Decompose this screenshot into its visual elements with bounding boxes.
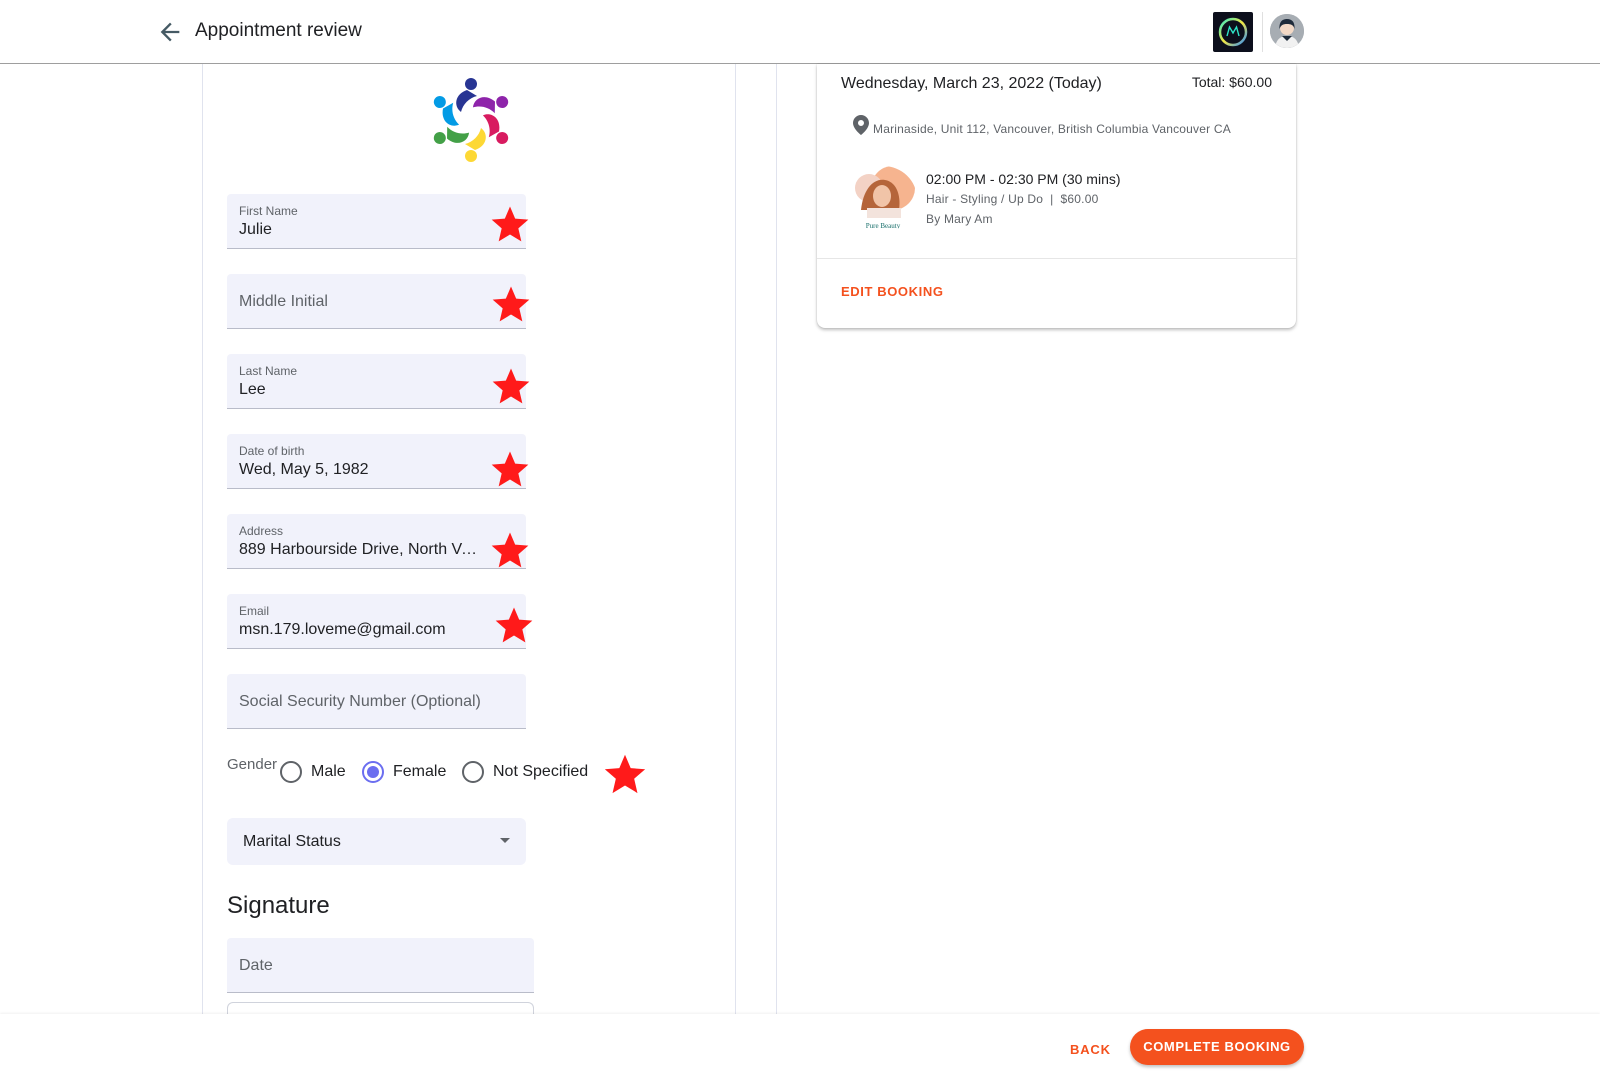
thumbnail-brand-text: Pure Beauty xyxy=(866,222,901,230)
gender-radio-male[interactable] xyxy=(280,761,302,783)
marital-status-select[interactable]: Marital Status xyxy=(227,818,526,865)
required-star-icon xyxy=(491,206,529,242)
gender-radio-female[interactable] xyxy=(362,761,384,783)
email-field[interactable]: Email msn.179.loveme@gmail.com xyxy=(227,594,526,649)
required-star-icon xyxy=(491,451,529,487)
required-star-icon xyxy=(495,607,533,643)
arrow-back-icon[interactable] xyxy=(156,18,184,46)
gender-radio-not-specified[interactable] xyxy=(462,761,484,783)
dropdown-caret-icon xyxy=(500,838,510,843)
page-title: Appointment review xyxy=(195,20,362,41)
last-name-label: Last Name xyxy=(239,364,298,378)
required-star-icon xyxy=(492,368,530,404)
date-of-birth-value: Wed, May 5, 1982 xyxy=(239,461,369,478)
booking-service: Hair - Styling / Up Do | $60.00 xyxy=(926,192,1099,206)
required-star-icon xyxy=(491,532,529,568)
email-value: msn.179.loveme@gmail.com xyxy=(239,621,446,638)
header-divider xyxy=(1262,12,1263,52)
booking-summary-card: Wednesday, March 23, 2022 (Today) Total:… xyxy=(817,64,1296,328)
booking-staff: By Mary Am xyxy=(926,212,993,226)
location-pin-icon xyxy=(853,115,869,135)
panel-divider xyxy=(776,64,777,1014)
date-of-birth-field[interactable]: Date of birth Wed, May 5, 1982 xyxy=(227,434,526,489)
service-thumbnail: Pure Beauty xyxy=(849,166,917,232)
gender-option-male[interactable]: Male xyxy=(311,763,346,781)
back-button[interactable]: BACK xyxy=(1070,1042,1111,1057)
signature-date-field[interactable]: Date xyxy=(227,938,534,993)
first-name-field[interactable]: First Name Julie xyxy=(227,194,526,249)
required-star-icon xyxy=(604,754,646,794)
marital-status-value: Marital Status xyxy=(243,833,341,850)
last-name-value: Lee xyxy=(239,381,266,398)
address-label: Address xyxy=(239,524,284,538)
app-logo[interactable] xyxy=(1213,12,1253,52)
edit-booking-button[interactable]: EDIT BOOKING xyxy=(841,284,944,299)
address-field[interactable]: Address 889 Harbourside Drive, North Van… xyxy=(227,514,526,569)
gender-option-not-specified[interactable]: Not Specified xyxy=(493,763,588,781)
booking-total: Total: $60.00 xyxy=(1191,74,1272,90)
first-name-label: First Name xyxy=(239,204,298,218)
bottom-action-bar: BACK COMPLETE BOOKING xyxy=(0,1014,1600,1078)
card-divider xyxy=(817,258,1296,259)
middle-initial-field[interactable]: Middle Initial xyxy=(227,274,526,329)
gender-option-female[interactable]: Female xyxy=(393,763,446,781)
required-star-icon xyxy=(492,286,530,322)
complete-booking-button[interactable]: COMPLETE BOOKING xyxy=(1130,1029,1304,1065)
middle-initial-placeholder: Middle Initial xyxy=(239,293,328,310)
booking-time: 02:00 PM - 02:30 PM (30 mins) xyxy=(926,171,1121,187)
signature-date-placeholder: Date xyxy=(239,957,273,974)
signature-heading: Signature xyxy=(227,892,330,919)
last-name-field[interactable]: Last Name Lee xyxy=(227,354,526,409)
date-of-birth-label: Date of birth xyxy=(239,444,305,458)
email-label: Email xyxy=(239,604,270,618)
ssn-field[interactable]: Social Security Number (Optional) xyxy=(227,674,526,729)
booking-location: Marinaside, Unit 112, Vancouver, British… xyxy=(873,122,1231,136)
first-name-value: Julie xyxy=(239,221,272,238)
ssn-placeholder: Social Security Number (Optional) xyxy=(239,693,481,710)
address-value: 889 Harbourside Drive, North Vancouver xyxy=(239,541,484,558)
gender-label: Gender xyxy=(227,756,278,773)
community-logo xyxy=(433,78,509,162)
patient-form-panel: First Name Julie Middle Initial Last Nam… xyxy=(202,64,736,1032)
top-app-bar: Appointment review xyxy=(0,0,1600,64)
booking-date: Wednesday, March 23, 2022 (Today) xyxy=(841,75,1102,92)
user-avatar[interactable] xyxy=(1270,14,1304,48)
